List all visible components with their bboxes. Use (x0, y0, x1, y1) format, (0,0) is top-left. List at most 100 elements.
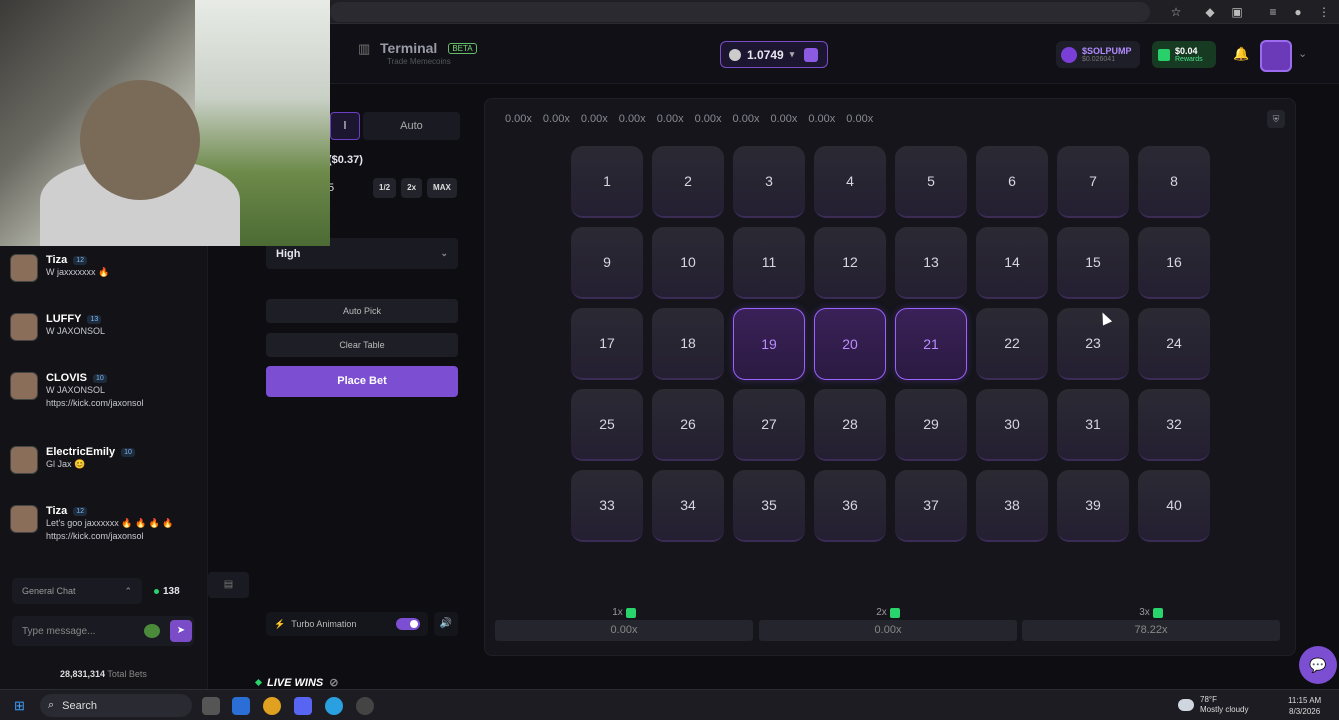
sound-icon[interactable]: 🔊 (434, 612, 458, 636)
chrome-icon[interactable] (263, 697, 281, 715)
tile-12[interactable]: 12 (814, 227, 886, 299)
menu-icon[interactable]: ⋮ (1317, 5, 1331, 19)
shield-icon[interactable]: ⛨ (1267, 110, 1285, 128)
tile-25[interactable]: 25 (571, 389, 643, 461)
tile-34[interactable]: 34 (652, 470, 724, 542)
brand[interactable]: ▥ Terminal BETA Trade Memecoins (358, 40, 477, 66)
tab-auto[interactable]: Auto (363, 112, 460, 140)
app-icon[interactable] (356, 697, 374, 715)
double-button[interactable]: 2x (401, 178, 423, 198)
eye-off-icon[interactable]: ⊘ (329, 676, 338, 689)
tile-26[interactable]: 26 (652, 389, 724, 461)
avatar[interactable] (10, 505, 38, 533)
multiplier-value: 0.00x (505, 113, 532, 125)
tile-14[interactable]: 14 (976, 227, 1048, 299)
chat-username[interactable]: CLOVIS (46, 372, 87, 384)
tile-9[interactable]: 9 (571, 227, 643, 299)
balance-selector[interactable]: 1.0749 ▾ (720, 41, 828, 68)
tile-19[interactable]: 19 (733, 308, 805, 380)
place-bet-button[interactable]: Place Bet (266, 366, 458, 397)
telegram-icon[interactable] (325, 697, 343, 715)
tab-manual[interactable]: l (330, 112, 360, 140)
chat-username[interactable]: ElectricEmily (46, 446, 115, 458)
tile-36[interactable]: 36 (814, 470, 886, 542)
token-ticker[interactable]: $SOLPUMP $0.026041 (1056, 41, 1140, 68)
tile-15[interactable]: 15 (1057, 227, 1129, 299)
tile-33[interactable]: 33 (571, 470, 643, 542)
chat-message-input[interactable]: Type message... ➤ (12, 616, 194, 646)
wallet-icon[interactable] (804, 47, 819, 62)
send-icon[interactable]: ➤ (170, 620, 192, 642)
tile-6[interactable]: 6 (976, 146, 1048, 218)
tile-27[interactable]: 27 (733, 389, 805, 461)
tile-5[interactable]: 5 (895, 146, 967, 218)
address-bar[interactable] (330, 2, 1150, 22)
tile-10[interactable]: 10 (652, 227, 724, 299)
tile-37[interactable]: 37 (895, 470, 967, 542)
tile-39[interactable]: 39 (1057, 470, 1129, 542)
weather-widget[interactable]: 78°F Mostly cloudy (1178, 695, 1248, 715)
chat-toggle-icon[interactable]: ▤ (208, 572, 249, 598)
tile-21[interactable]: 21 (895, 308, 967, 380)
clock[interactable]: 11:15 AM 8/3/2026 (1288, 695, 1321, 717)
webcam-overlay (0, 0, 330, 246)
tile-32[interactable]: 32 (1138, 389, 1210, 461)
task-view-icon[interactable] (202, 697, 220, 715)
rewards-button[interactable]: $0.04 Rewards (1152, 41, 1216, 68)
chat-username[interactable]: Tiza (46, 505, 67, 517)
tile-2[interactable]: 2 (652, 146, 724, 218)
tile-7[interactable]: 7 (1057, 146, 1129, 218)
tile-17[interactable]: 17 (571, 308, 643, 380)
auto-pick-button[interactable]: Auto Pick (266, 299, 458, 323)
bell-icon[interactable]: 🔔 (1233, 46, 1249, 62)
chat-username[interactable]: Tiza (46, 254, 67, 266)
tile-29[interactable]: 29 (895, 389, 967, 461)
avatar[interactable] (10, 254, 38, 282)
tile-18[interactable]: 18 (652, 308, 724, 380)
store-icon[interactable] (232, 697, 250, 715)
tile-23[interactable]: 23 (1057, 308, 1129, 380)
tile-31[interactable]: 31 (1057, 389, 1129, 461)
tile-4[interactable]: 4 (814, 146, 886, 218)
tile-35[interactable]: 35 (733, 470, 805, 542)
tile-28[interactable]: 28 (814, 389, 886, 461)
clear-table-button[interactable]: Clear Table (266, 333, 458, 357)
tile-1[interactable]: 1 (571, 146, 643, 218)
weather-text: Mostly cloudy (1200, 705, 1249, 714)
avatar[interactable] (1260, 40, 1292, 72)
emoji-icon[interactable] (144, 624, 160, 638)
tile-13[interactable]: 13 (895, 227, 967, 299)
puzzle-icon[interactable]: ▣ (1230, 5, 1244, 19)
profile-icon[interactable]: ● (1291, 5, 1305, 19)
queue-icon[interactable]: ≡ (1266, 5, 1280, 19)
chevron-down-icon[interactable]: ⌄ (1298, 47, 1307, 60)
tile-3[interactable]: 3 (733, 146, 805, 218)
total-bets-label: Total Bets (107, 669, 147, 679)
tile-30[interactable]: 30 (976, 389, 1048, 461)
tile-40[interactable]: 40 (1138, 470, 1210, 542)
avatar[interactable] (10, 313, 38, 341)
tile-38[interactable]: 38 (976, 470, 1048, 542)
max-button[interactable]: MAX (427, 178, 457, 198)
tile-20[interactable]: 20 (814, 308, 886, 380)
tile-8[interactable]: 8 (1138, 146, 1210, 218)
bet-amount-input[interactable]: 5 (328, 182, 368, 194)
extension-icon[interactable]: ◆ (1203, 5, 1217, 19)
support-chat-icon[interactable]: 💬 (1299, 646, 1337, 684)
online-dot-icon (154, 588, 159, 594)
turbo-toggle[interactable] (396, 618, 420, 630)
half-button[interactable]: 1/2 (373, 178, 397, 198)
chat-channel-select[interactable]: General Chat ⌃ (12, 578, 142, 604)
tile-16[interactable]: 16 (1138, 227, 1210, 299)
windows-start-icon[interactable]: ⊞ (14, 698, 30, 714)
star-icon[interactable]: ☆ (1169, 5, 1183, 19)
avatar[interactable] (10, 372, 38, 400)
tile-11[interactable]: 11 (733, 227, 805, 299)
tile-22[interactable]: 22 (976, 308, 1048, 380)
discord-icon[interactable] (294, 697, 312, 715)
tile-24[interactable]: 24 (1138, 308, 1210, 380)
avatar[interactable] (10, 446, 38, 474)
taskbar-search[interactable]: ⌕ Search (40, 694, 192, 717)
chat-username[interactable]: LUFFY (46, 313, 81, 325)
beta-badge: BETA (448, 42, 477, 54)
